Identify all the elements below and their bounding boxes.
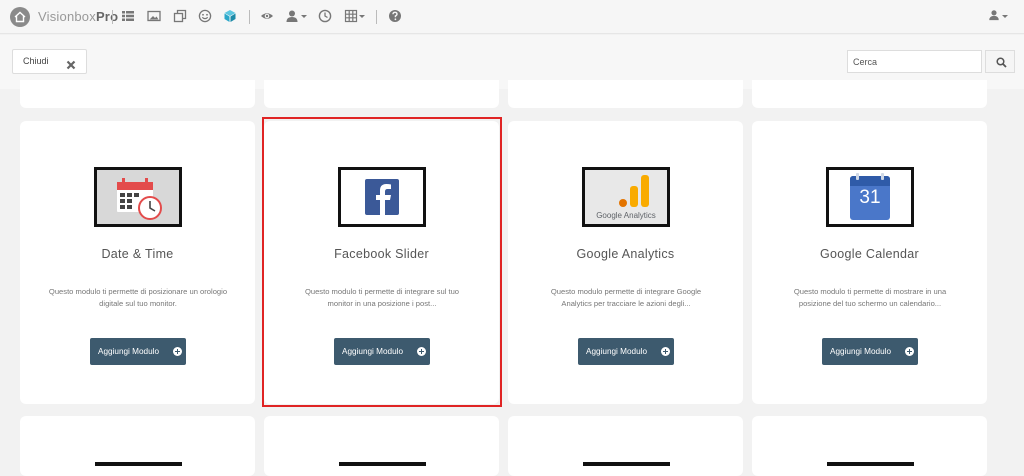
module-card <box>508 416 743 476</box>
module-thumbnail <box>827 462 914 466</box>
module-thumbnail: 31 <box>826 167 914 227</box>
help-icon[interactable] <box>388 9 404 25</box>
module-card <box>752 416 987 476</box>
add-module-label: Aggiungi Modulo <box>586 347 647 356</box>
add-module-label: Aggiungi Modulo <box>830 347 891 356</box>
calendar-clock-icon <box>117 178 162 220</box>
module-card <box>508 80 743 108</box>
add-module-button[interactable]: Aggiungi Modulo <box>822 338 918 365</box>
chevron-down-icon <box>301 15 307 18</box>
add-module-label: Aggiungi Modulo <box>342 347 403 356</box>
toolbar-separator <box>112 10 113 24</box>
toolbar-separator <box>376 10 377 24</box>
calendar-day-number: 31 <box>859 187 881 208</box>
plus-circle-icon <box>905 347 914 356</box>
smiley-icon[interactable] <box>198 9 214 25</box>
copy-icon[interactable] <box>173 9 189 25</box>
module-thumbnail <box>339 462 426 466</box>
home-logo-icon[interactable] <box>10 7 30 27</box>
plus-circle-icon <box>661 347 670 356</box>
module-thumbnail <box>338 167 426 227</box>
toolbar-separator <box>249 10 250 24</box>
add-module-button[interactable]: Aggiungi Modulo <box>90 338 186 365</box>
user-icon[interactable] <box>285 9 301 25</box>
module-card <box>264 80 499 108</box>
module-card <box>20 80 255 108</box>
module-thumbnail <box>95 462 182 466</box>
module-title: Google Calendar <box>819 247 919 261</box>
cube-icon[interactable] <box>223 9 239 25</box>
close-button[interactable]: Chiudi <box>12 49 87 74</box>
module-card <box>752 80 987 108</box>
brand-name: VisionboxPro <box>38 9 119 24</box>
module-description: Questo modulo ti permette di mostrare in… <box>793 287 947 308</box>
thumbnail-caption: Google Analytics <box>596 211 656 220</box>
chevron-down-icon <box>1002 15 1008 18</box>
google-analytics-icon <box>619 175 649 207</box>
plus-circle-icon <box>173 347 182 356</box>
eye-icon[interactable] <box>260 9 276 25</box>
module-card <box>264 416 499 476</box>
image-icon[interactable] <box>147 9 163 25</box>
facebook-icon <box>365 179 399 215</box>
module-title: Date & Time <box>101 247 174 261</box>
add-module-button[interactable]: Aggiungi Modulo <box>578 338 674 365</box>
module-card-facebook-slider[interactable]: Facebook Slider Questo modulo ti permett… <box>264 121 499 404</box>
module-thumbnail <box>94 167 182 227</box>
list-icon[interactable] <box>121 9 137 25</box>
module-title: Facebook Slider <box>334 247 429 261</box>
chevron-down-icon <box>359 15 365 18</box>
close-icon <box>66 57 76 75</box>
close-button-label: Chiudi <box>23 56 49 66</box>
clock-icon[interactable] <box>318 9 334 25</box>
add-module-label: Aggiungi Modulo <box>98 347 159 356</box>
module-card-date-time[interactable]: Date & Time Questo modulo ti permette di… <box>20 121 255 404</box>
search-icon <box>996 57 1007 68</box>
plus-circle-icon <box>417 347 426 356</box>
module-card <box>20 416 255 476</box>
module-card-google-calendar[interactable]: 31 Google Calendar Questo modulo ti perm… <box>752 121 987 404</box>
module-description: Questo modulo ti permette di posizionare… <box>48 287 228 308</box>
search-input[interactable] <box>847 50 982 73</box>
grid-icon[interactable] <box>344 9 360 25</box>
add-module-button[interactable]: Aggiungi Modulo <box>334 338 430 365</box>
module-thumbnail: Google Analytics <box>582 167 670 227</box>
top-navbar: VisionboxPro <box>0 0 1024 34</box>
module-thumbnail <box>583 462 670 466</box>
search-button[interactable] <box>985 50 1015 73</box>
module-description: Questo modulo permette di integrare Goog… <box>550 287 702 308</box>
module-card-google-analytics[interactable]: Google Analytics Google Analytics Questo… <box>508 121 743 404</box>
module-description: Questo modulo ti permette di integrare s… <box>304 287 460 308</box>
module-title: Google Analytics <box>576 247 675 261</box>
